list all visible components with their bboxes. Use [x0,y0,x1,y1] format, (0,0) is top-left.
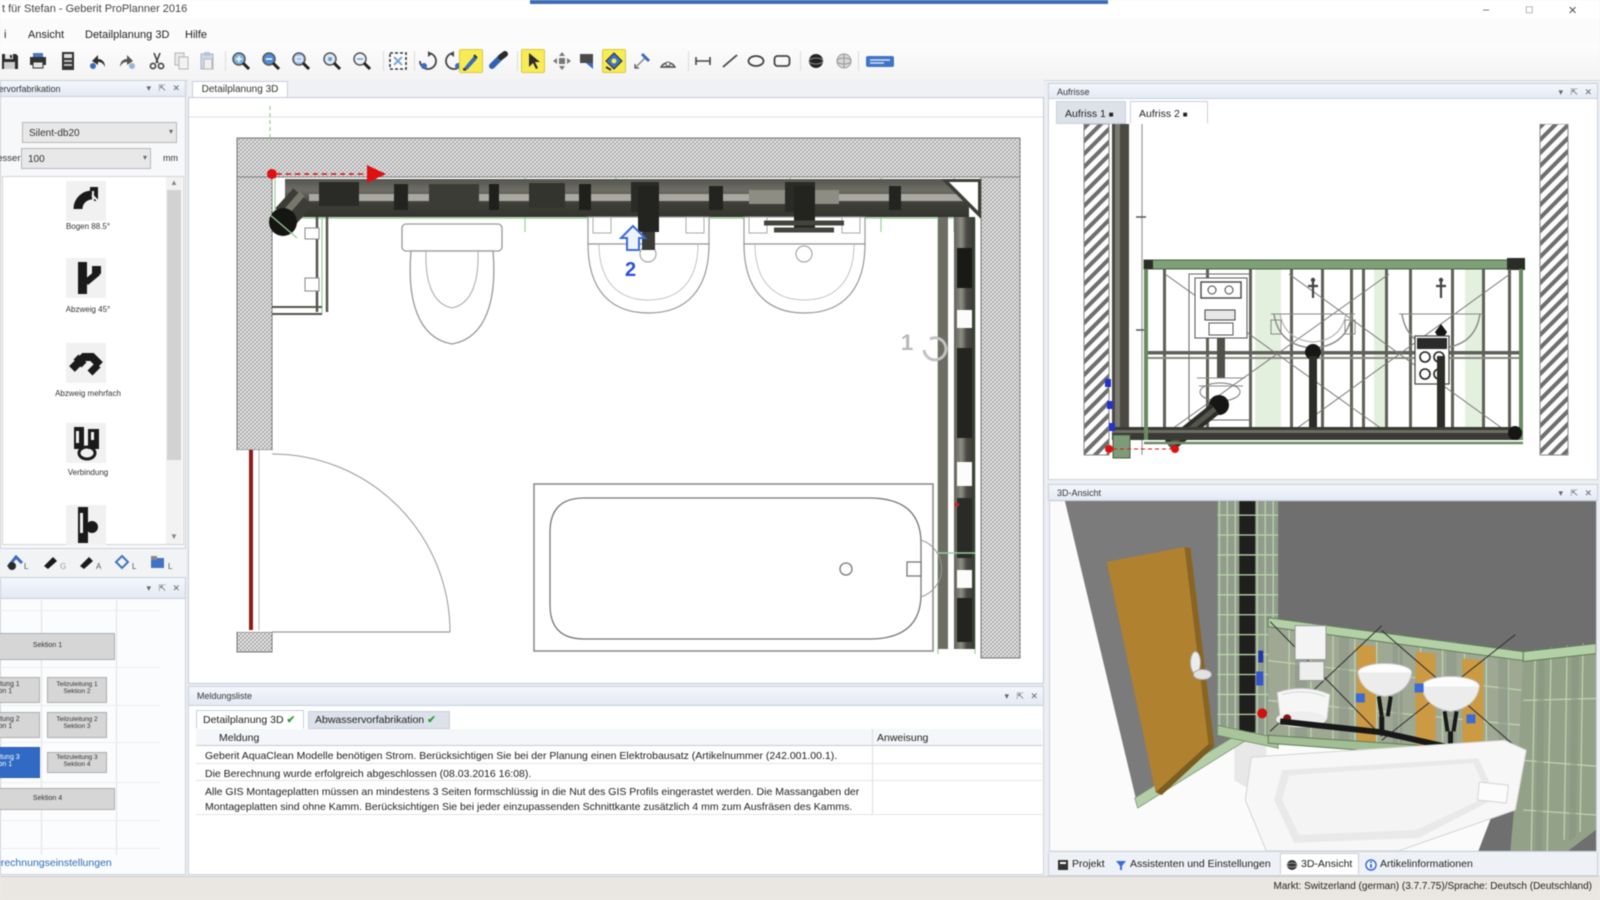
svg-text:L: L [168,562,173,571]
svg-text:A: A [96,562,102,571]
svg-text:L: L [132,562,137,571]
svg-text:2: 2 [625,259,636,281]
svg-text:G: G [60,562,66,571]
svg-text:L: L [24,562,29,571]
svg-text:1: 1 [901,330,913,355]
